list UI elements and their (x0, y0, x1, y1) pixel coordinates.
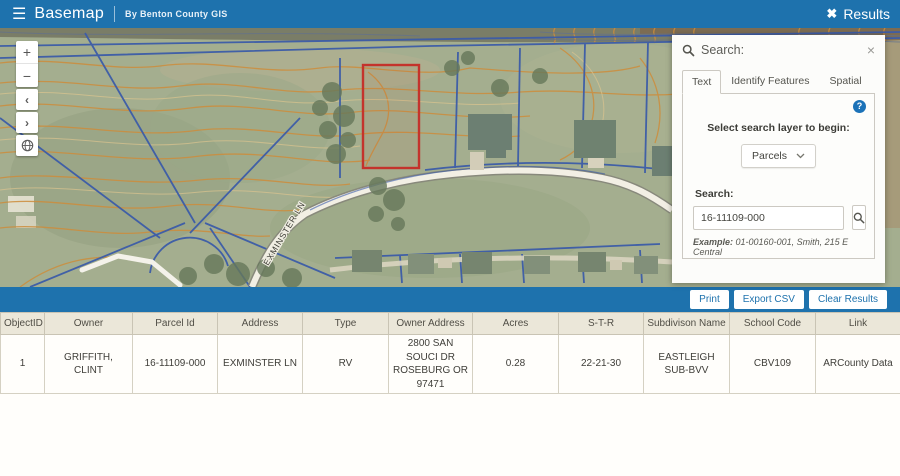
col-acres: Acres (473, 313, 559, 335)
print-button[interactable]: Print (690, 290, 729, 309)
results-toolbar: Print Export CSV Clear Results (0, 287, 900, 312)
cell-acres: 0.28 (473, 335, 559, 394)
clear-results-button[interactable]: Clear Results (809, 290, 887, 309)
search-input[interactable] (693, 206, 844, 230)
cell-address: EXMINSTER LN (218, 335, 303, 394)
search-icon (682, 44, 695, 57)
layer-dropdown[interactable]: Parcels (741, 144, 816, 168)
col-subdivison-name: Subdivison Name (644, 313, 730, 335)
selected-parcel-outline[interactable] (363, 65, 419, 168)
zoom-in-button[interactable]: + (16, 41, 38, 64)
results-toggle-button[interactable]: ✖ Results (826, 6, 890, 22)
search-submit-button[interactable] (852, 205, 866, 230)
col-address: Address (218, 313, 303, 335)
page-title: Basemap (34, 5, 104, 23)
col-link: Link (816, 313, 900, 335)
export-csv-button[interactable]: Export CSV (734, 290, 804, 309)
chevron-down-icon (796, 153, 805, 159)
zoom-control: + − (16, 41, 38, 87)
arcounty-data-link[interactable]: ARCounty Data (816, 335, 900, 394)
search-panel-title: Search: (701, 43, 744, 57)
col-owner: Owner (45, 313, 133, 335)
tab-text[interactable]: Text (682, 70, 721, 94)
cell-parcel-id: 16-11109-000 (133, 335, 218, 394)
search-icon (853, 212, 865, 224)
cell-owner-address: 2800 SAN SOUCI DR ROSEBURG OR 97471 (389, 335, 473, 394)
close-icon: ✖ (826, 6, 837, 22)
search-field-label: Search: (695, 188, 864, 200)
results-table: ObjectID Owner Parcel Id Address Type Ow… (0, 312, 900, 394)
page-subtitle: By Benton County GIS (125, 9, 228, 19)
cell-s-t-r: 22-21-30 (559, 335, 644, 394)
results-toggle-label: Results (843, 6, 890, 22)
cell-subdivison-name: EASTLEIGH SUB-BVV (644, 335, 730, 394)
gis-app-window: ☰ Basemap By Benton County GIS ✖ Results (0, 0, 900, 476)
search-panel: Search: × Text Identify Features Spatial… (672, 35, 885, 283)
layer-prompt-label: Select search layer to begin: (693, 122, 864, 134)
search-tabs: Text Identify Features Spatial (682, 69, 875, 93)
menu-icon[interactable]: ☰ (10, 4, 34, 24)
results-table-area: ObjectID Owner Parcel Id Address Type Ow… (0, 312, 900, 476)
col-type: Type (303, 313, 389, 335)
table-row[interactable]: 1 GRIFFITH, CLINT 16-11109-000 EXMINSTER… (1, 335, 900, 394)
top-header-bar: ☰ Basemap By Benton County GIS ✖ Results (0, 0, 900, 28)
next-extent-button[interactable]: › (16, 112, 38, 133)
cell-type: RV (303, 335, 389, 394)
col-owner-address: Owner Address (389, 313, 473, 335)
home-extent-button[interactable] (16, 135, 38, 156)
col-objectid: ObjectID (1, 313, 45, 335)
cell-school-code: CBV109 (730, 335, 816, 394)
search-tab-content: ? Select search layer to begin: Parcels … (682, 93, 875, 259)
col-s-t-r: S-T-R (559, 313, 644, 335)
title-divider (114, 6, 115, 22)
search-example-text: Example: 01-00160-001, Smith, 215 E Cent… (693, 237, 864, 257)
help-icon[interactable]: ? (853, 100, 866, 113)
cell-objectid: 1 (1, 335, 45, 394)
cell-owner: GRIFFITH, CLINT (45, 335, 133, 394)
globe-icon (21, 139, 34, 152)
tab-identify-features[interactable]: Identify Features (721, 69, 819, 93)
search-panel-header: Search: × (682, 43, 875, 57)
col-school-code: School Code (730, 313, 816, 335)
previous-extent-button[interactable]: ‹ (16, 89, 38, 110)
table-header-row: ObjectID Owner Parcel Id Address Type Ow… (1, 313, 900, 335)
layer-dropdown-value: Parcels (752, 150, 787, 162)
example-prefix: Example: (693, 237, 733, 247)
col-parcel-id: Parcel Id (133, 313, 218, 335)
zoom-out-button[interactable]: − (16, 64, 38, 87)
tab-spatial[interactable]: Spatial (819, 69, 871, 93)
panel-close-icon[interactable]: × (867, 43, 875, 57)
